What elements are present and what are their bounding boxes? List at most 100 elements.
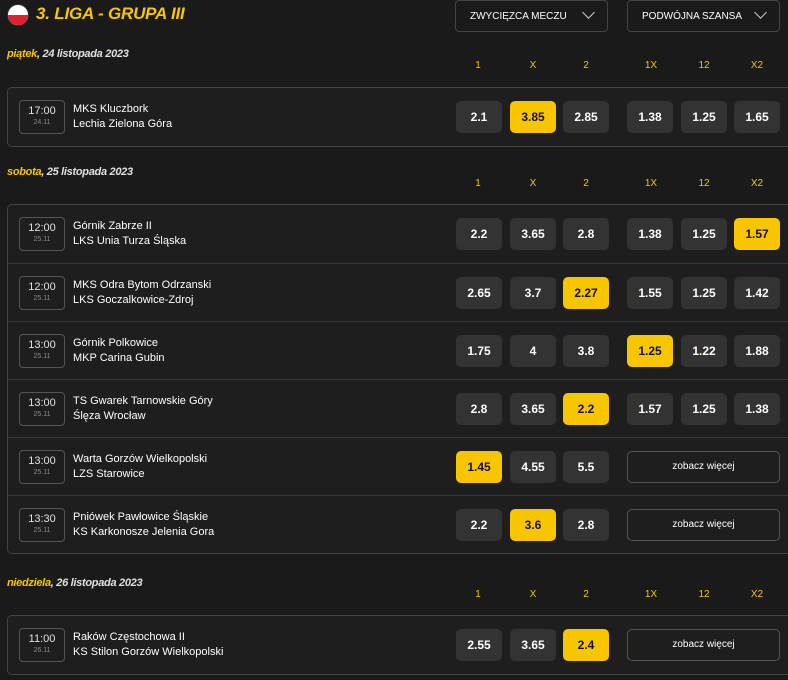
odd-button-x2[interactable]: 1.65	[734, 101, 780, 133]
chevron-down-icon	[582, 6, 595, 19]
odd-button-1[interactable]: 2.55	[456, 629, 502, 661]
odd-button-1[interactable]: 2.2	[456, 218, 502, 250]
odd-button-1[interactable]: 2.65	[456, 277, 502, 309]
odd-button-2[interactable]: 2.27	[563, 277, 609, 309]
match-time: 11:00 26.11	[19, 628, 65, 662]
see-more-button[interactable]: zobacz więcej	[627, 451, 780, 483]
see-more-button[interactable]: zobacz więcej	[627, 629, 780, 661]
section-date-text: , 24 listopada 2023	[37, 48, 129, 60]
odd-button-1x[interactable]: 1.38	[627, 101, 673, 133]
home-team: Pniówek Pawłowice Śląskie	[73, 511, 209, 523]
see-more-button[interactable]: zobacz więcej	[627, 509, 780, 541]
odd-button-x2[interactable]: 1.88	[734, 335, 780, 367]
home-team: Warta Gorzów Wielkopolski	[73, 453, 208, 465]
odd-button-2[interactable]: 2.4	[563, 629, 609, 661]
kickoff-date: 25.11	[33, 411, 51, 418]
odd-button-1[interactable]: 2.8	[456, 393, 502, 425]
column-label-x: X	[529, 589, 537, 600]
odd-button-x2[interactable]: 1.42	[734, 277, 780, 309]
match-teams[interactable]: Górnik Polkowice MKP Carina Gubin	[73, 336, 165, 366]
kickoff-date: 26.11	[33, 647, 51, 654]
away-team: KS Karkonosze Jelenia Gora	[73, 526, 215, 538]
odd-button-1[interactable]: 1.45	[456, 451, 502, 483]
dropdown-label: ZWYCIĘZCA MECZU	[470, 11, 567, 22]
kickoff-date: 24.11	[33, 119, 51, 126]
column-labels: 1 X 2 1X 12 X2	[0, 178, 788, 192]
away-team: LZS Starowice	[73, 468, 145, 480]
odd-button-12[interactable]: 1.25	[681, 101, 727, 133]
match-teams[interactable]: Warta Gorzów Wielkopolski LZS Starowice	[73, 452, 207, 482]
match-row: 13:30 25.11 Pniówek Pawłowice Śląskie KS Ka…	[8, 495, 788, 553]
odd-button-x[interactable]: 3.65	[510, 629, 556, 661]
column-label-x2: X2	[750, 178, 764, 189]
odd-button-x[interactable]: 3.6	[510, 509, 556, 541]
odd-button-2[interactable]: 2.8	[563, 509, 609, 541]
away-team: MKP Carina Gubin	[73, 352, 165, 364]
match-teams[interactable]: TS Gwarek Tarnowskie Góry Ślęza Wrocław	[73, 394, 213, 424]
column-label-2: 2	[583, 60, 589, 71]
kickoff-time: 13:30	[28, 513, 56, 525]
column-labels: 1 X 2 1X 12 X2	[0, 60, 788, 74]
poland-flag-icon	[7, 4, 29, 26]
match-time: 13:00 25.11	[19, 392, 65, 426]
section-date: niedziela, 26 listopada 2023	[7, 577, 143, 589]
match-row: 12:00 25.11 Górnik Zabrze II LKS Unia Turza…	[8, 205, 788, 263]
section-day: piątek	[7, 48, 37, 60]
match-time: 17:00 24.11	[19, 100, 65, 134]
column-label-12: 12	[698, 60, 710, 71]
match-group: 12:00 25.11 Górnik Zabrze II LKS Unia Turza…	[7, 204, 788, 554]
match-group: 17:00 24.11 MKS Kluczbork Lechia Zielona Gó…	[7, 87, 788, 147]
home-team: Górnik Zabrze II	[73, 220, 152, 232]
odd-button-1[interactable]: 2.2	[456, 509, 502, 541]
odd-button-1x[interactable]: 1.38	[627, 218, 673, 250]
column-label-x2: X2	[750, 60, 764, 71]
match-teams[interactable]: Górnik Zabrze II LKS Unia Turza Śląska	[73, 219, 186, 249]
column-label-x: X	[529, 178, 537, 189]
kickoff-date: 25.11	[33, 353, 51, 360]
match-teams[interactable]: Raków Częstochowa II KS Stilon Gorzów Wie…	[73, 630, 223, 660]
odd-button-2[interactable]: 2.8	[563, 218, 609, 250]
match-time: 12:00 25.11	[19, 217, 65, 251]
odd-button-x2[interactable]: 1.38	[734, 393, 780, 425]
odd-button-12[interactable]: 1.22	[681, 335, 727, 367]
column-label-1: 1	[475, 178, 481, 189]
odd-button-x[interactable]: 3.65	[510, 218, 556, 250]
kickoff-time: 11:00	[28, 633, 56, 645]
away-team: LKS Goczalkowice-Zdroj	[73, 294, 194, 306]
column-label-1: 1	[475, 60, 481, 71]
odd-button-2[interactable]: 5.5	[563, 451, 609, 483]
match-teams[interactable]: MKS Kluczbork Lechia Zielona Góra	[73, 102, 172, 132]
odd-button-2[interactable]: 3.8	[563, 335, 609, 367]
odd-button-x[interactable]: 4.55	[510, 451, 556, 483]
odd-button-1[interactable]: 1.75	[456, 335, 502, 367]
odd-button-x2[interactable]: 1.57	[734, 218, 780, 250]
home-team: MKS Kluczbork	[73, 103, 149, 115]
match-teams[interactable]: Pniówek Pawłowice Śląskie KS Karkonosze J…	[73, 510, 214, 540]
odd-button-1x[interactable]: 1.57	[627, 393, 673, 425]
column-label-x: X	[529, 60, 537, 71]
odd-button-x[interactable]: 4	[510, 335, 556, 367]
market-dropdown-double-chance[interactable]: PODWÓJNA SZANSA	[627, 0, 780, 32]
odd-button-1x[interactable]: 1.25	[627, 335, 673, 367]
odd-button-1x[interactable]: 1.55	[627, 277, 673, 309]
section-date-text: , 26 listopada 2023	[50, 577, 143, 589]
odd-button-12[interactable]: 1.25	[681, 218, 727, 250]
kickoff-date: 25.11	[33, 469, 51, 476]
kickoff-time: 12:00	[28, 281, 56, 293]
odd-button-2[interactable]: 2.2	[563, 393, 609, 425]
away-team: Lechia Zielona Góra	[73, 118, 173, 130]
odd-button-12[interactable]: 1.25	[681, 393, 727, 425]
odd-button-x[interactable]: 3.65	[510, 393, 556, 425]
section-date-text: , 25 listopada 2023	[41, 166, 133, 178]
column-label-x2: X2	[750, 589, 764, 600]
column-label-1x: 1X	[644, 60, 658, 71]
odd-button-12[interactable]: 1.25	[681, 277, 727, 309]
odd-button-2[interactable]: 2.85	[563, 101, 609, 133]
match-teams[interactable]: MKS Odra Bytom Odrzanski LKS Goczalkowice…	[73, 278, 211, 308]
column-label-1: 1	[475, 589, 481, 600]
market-dropdown-winner[interactable]: ZWYCIĘZCA MECZU	[455, 0, 608, 32]
odd-button-1[interactable]: 2.1	[456, 101, 502, 133]
odd-button-x[interactable]: 3.85	[510, 101, 556, 133]
odd-button-x[interactable]: 3.7	[510, 277, 556, 309]
match-time: 13:00 25.11	[19, 450, 65, 484]
